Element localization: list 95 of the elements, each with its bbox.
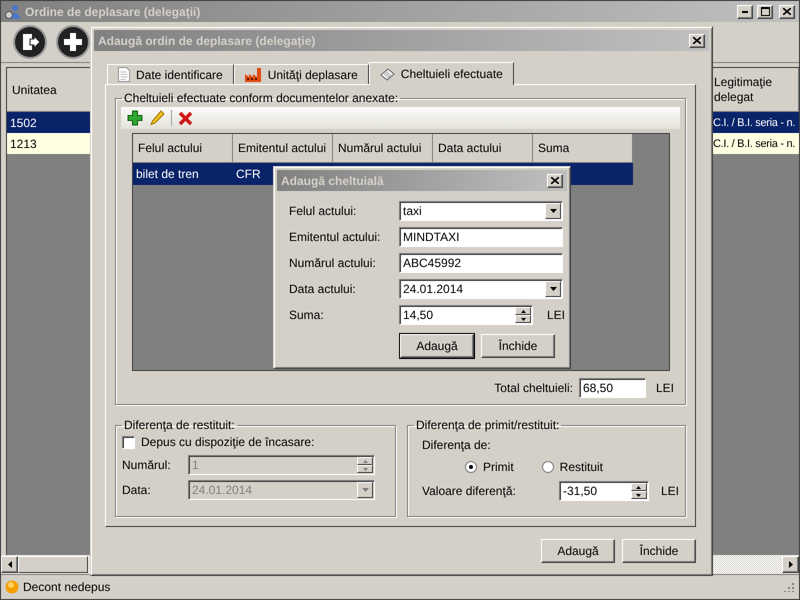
spin-up-button[interactable] (630, 483, 647, 491)
amount-field[interactable]: 14,50 (399, 305, 533, 325)
column-header[interactable]: Suma (533, 134, 633, 163)
total-label: Total cheltuieli: (494, 381, 573, 395)
delete-icon[interactable] (178, 110, 193, 126)
difference-field[interactable]: -31,50 (558, 481, 649, 501)
column-header[interactable]: Legitimaţie delegat (713, 68, 799, 112)
dropdown-caret-icon (362, 488, 368, 492)
field-label: Valoare diferenţă: (422, 484, 517, 498)
total-field[interactable]: 68,50 (578, 378, 646, 398)
radio-button[interactable] (542, 461, 554, 473)
table-cell: bilet de tren (136, 167, 199, 181)
up-arrow-icon (362, 460, 368, 462)
combo-field[interactable]: 24.01.2014 (399, 279, 563, 299)
scrollbar-thumb[interactable] (18, 556, 88, 573)
column-header[interactable]: Numărul actului (333, 134, 433, 163)
resize-grip-icon[interactable] (784, 582, 795, 592)
scroll-right-button[interactable] (782, 556, 799, 573)
dialog-title: Adaugă cheltuială (281, 174, 385, 188)
maximize-icon (760, 7, 770, 16)
field-label: Emitentul actului: (289, 230, 382, 244)
tab[interactable]: Date identificare (107, 64, 234, 84)
table-cell[interactable]: C.I. / B.I. seria - n. (713, 133, 799, 154)
close-icon (693, 37, 701, 44)
currency-label: LEI (660, 484, 679, 498)
down-arrow-icon (520, 318, 526, 320)
dialog-button[interactable]: Închide (481, 334, 555, 358)
field-label: Felul actului: (289, 204, 358, 218)
close-icon (783, 8, 791, 15)
text-field[interactable]: ABC45992 (399, 253, 563, 273)
dropdown-caret-icon (550, 287, 556, 291)
minimize-button[interactable] (737, 4, 753, 18)
tab[interactable]: Cheltuieli efectuate (368, 62, 514, 85)
combo-field[interactable]: taxi (399, 201, 563, 221)
up-arrow-icon (636, 486, 642, 488)
dialog-button[interactable]: Închide (622, 539, 696, 563)
table-cell[interactable]: 1213 (7, 133, 91, 154)
column-header[interactable]: Data actului (433, 134, 533, 163)
receipt-icon (380, 68, 395, 80)
field-label: Suma: (289, 308, 325, 322)
pencil-icon[interactable] (149, 110, 165, 126)
field-label: Numărul actului: (289, 256, 377, 270)
scroll-left-button[interactable] (1, 556, 18, 573)
people-icon (5, 4, 21, 20)
plus-icon (56, 25, 90, 59)
up-arrow-icon (520, 310, 526, 312)
dropdown-button[interactable] (545, 281, 561, 297)
field-label: Diferenţa de: (422, 438, 492, 452)
right-arrow-icon (788, 561, 792, 568)
down-arrow-icon (636, 494, 642, 496)
window-title: Ordine de deplasare (delegaţii) (25, 4, 202, 18)
maximize-button[interactable] (757, 4, 773, 18)
field-label: Data: (122, 483, 152, 497)
radio-option[interactable]: Primit (464, 460, 514, 474)
minimize-icon (742, 10, 748, 12)
spin-down-button[interactable] (515, 315, 531, 323)
exit-button[interactable] (13, 25, 47, 59)
dialog-button[interactable]: Adaugă (400, 334, 474, 358)
table-cell: CFR (236, 167, 261, 181)
status-dot-icon (5, 580, 19, 594)
group-title: Diferenţa de primit/restituit: (414, 418, 560, 432)
dropdown-button[interactable] (545, 203, 561, 219)
close-button[interactable] (547, 174, 563, 188)
spin-down-button[interactable] (630, 491, 647, 499)
radio-option[interactable]: Restituit (542, 460, 604, 474)
down-arrow-icon (362, 468, 368, 470)
column-header[interactable]: Felul actului (133, 134, 233, 163)
exit-door-icon (13, 25, 47, 59)
dropdown-caret-icon (550, 209, 556, 213)
close-icon (551, 177, 559, 184)
table-cell[interactable]: C.I. / B.I. seria - n. (713, 112, 799, 133)
close-button[interactable] (779, 4, 795, 18)
checkbox-label: Depus cu dispoziţie de încasare: (141, 435, 314, 449)
currency-label: LEI (547, 308, 566, 322)
group-title: Cheltuieli efectuate conform documentelor anexate: (123, 91, 400, 105)
currency-label: LEI (656, 381, 674, 395)
document-icon (118, 67, 130, 82)
factory-icon (244, 68, 262, 82)
left-arrow-icon (8, 561, 12, 568)
column-header[interactable]: Unitatea (7, 68, 91, 112)
spin-up-button[interactable] (515, 307, 531, 315)
column-header[interactable]: Emitentul actului (233, 134, 333, 163)
status-text: Decont nedepus (23, 580, 112, 594)
field-label: Numărul: (122, 458, 172, 472)
plus-icon[interactable] (127, 110, 143, 126)
table-cell[interactable]: 1502 (7, 112, 91, 133)
add-button[interactable] (56, 25, 90, 59)
close-button[interactable] (689, 34, 705, 48)
radio-button[interactable] (464, 461, 477, 473)
dialog-button[interactable]: Adaugă (541, 539, 615, 563)
tab[interactable]: Unităţi deplasare (234, 64, 369, 84)
field-label: Data actului: (289, 282, 357, 296)
group-title: Diferenţa de restituit: (123, 418, 236, 432)
dialog-title: Adaugă ordin de deplasare (delegaţie) (98, 34, 316, 48)
text-field[interactable]: MINDTAXI (399, 227, 563, 247)
